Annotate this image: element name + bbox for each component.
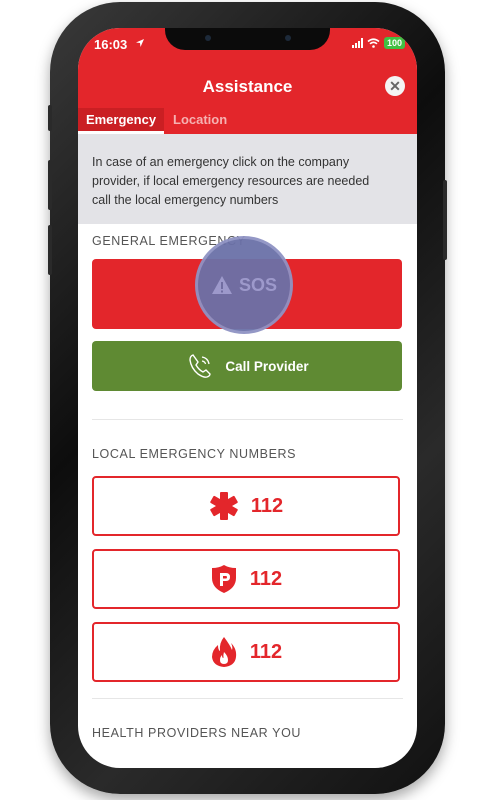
sos-press-indicator: SOS: [198, 239, 290, 331]
warning-icon: [211, 276, 232, 294]
sos-button[interactable]: SOS: [92, 239, 402, 331]
signal-icon: [351, 38, 363, 48]
info-line: provider, if local emergency resources a…: [92, 174, 370, 188]
phone-screen: 16:03 100 Assistance ✕ Emergency Locatio…: [78, 28, 417, 768]
phone-side-button: [48, 105, 52, 131]
call-provider-label: Call Provider: [225, 358, 309, 374]
wifi-icon: [367, 38, 380, 48]
status-time: 16:03: [94, 37, 128, 52]
tab-emergency[interactable]: Emergency: [78, 108, 164, 134]
phone-notch: [165, 28, 330, 50]
phone-volume-up: [48, 160, 52, 210]
police-number: 112: [249, 567, 283, 590]
phone-volume-down: [48, 225, 52, 275]
phone-icon: [189, 354, 212, 378]
sos-label: SOS: [238, 274, 277, 295]
front-camera: [205, 35, 211, 41]
tab-location[interactable]: Location: [173, 108, 227, 134]
police-number-button[interactable]: 112: [92, 549, 400, 609]
info-text: In case of an emergency click on the com…: [92, 153, 392, 210]
close-icon[interactable]: ✕: [385, 76, 405, 96]
sensor: [285, 35, 291, 41]
fire-number-button[interactable]: 112: [92, 622, 400, 682]
sos-content: SOS: [198, 239, 290, 331]
ambulance-number: 112: [250, 494, 284, 517]
divider: [92, 698, 403, 699]
location-arrow-icon: [135, 38, 145, 51]
police-badge-icon: [211, 565, 236, 593]
info-line: call the local emergency numbers: [92, 193, 279, 207]
page-title: Assistance: [202, 77, 293, 96]
fire-number: 112: [249, 640, 283, 663]
info-box: In case of an emergency click on the com…: [78, 134, 417, 224]
local-emergency-heading: LOCAL EMERGENCY NUMBERS: [92, 447, 297, 461]
ambulance-number-button[interactable]: 112: [92, 476, 400, 536]
medical-star-icon: [210, 492, 238, 520]
fire-icon: [211, 637, 237, 667]
phone-power-button: [443, 180, 447, 260]
divider: [92, 419, 403, 420]
health-providers-heading: HEALTH PROVIDERS NEAR YOU: [92, 726, 302, 740]
call-provider-button[interactable]: Call Provider: [92, 341, 402, 391]
info-line: In case of an emergency click on the com…: [92, 155, 350, 169]
battery-icon: 100: [383, 37, 405, 49]
status-icons: 100: [351, 37, 405, 49]
